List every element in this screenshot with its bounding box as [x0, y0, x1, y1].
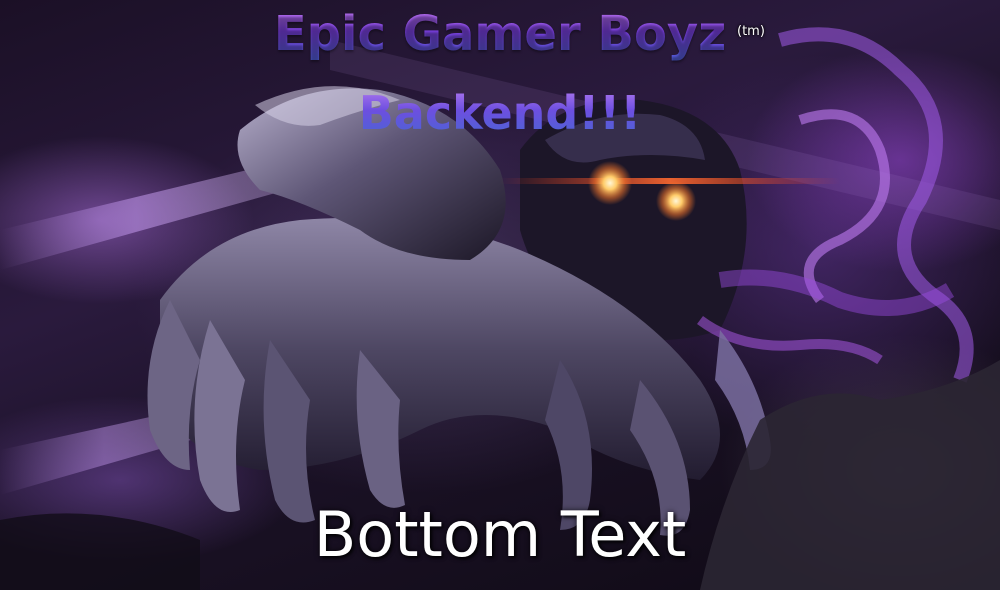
- meme-title-line-1: Epic Gamer Boyz: [0, 6, 1000, 62]
- left-eye-icon: [588, 161, 632, 205]
- meme-bottom-text: Bottom Text: [313, 498, 687, 571]
- meme-canvas: Epic Gamer Boyz (tm) Backend!!! Bottom T…: [0, 0, 1000, 590]
- meme-title-line-2: Backend!!!: [0, 86, 1000, 140]
- trademark-mark: (tm): [737, 24, 765, 39]
- right-eye-icon: [656, 181, 696, 221]
